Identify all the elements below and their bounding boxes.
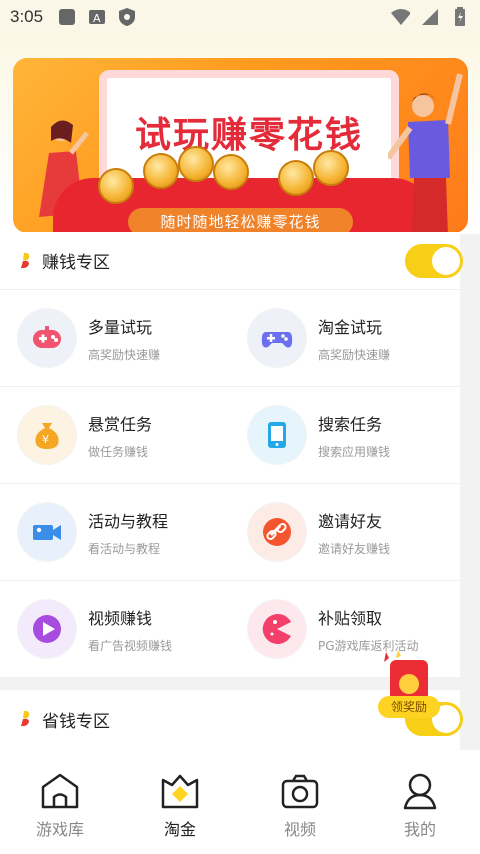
earn-section-toggle[interactable] [405, 244, 463, 278]
earn-section-header: 赚钱专区 [0, 232, 463, 290]
earn-item-subtitle: 看广告视频赚钱 [88, 638, 173, 653]
coin-icon [143, 153, 179, 189]
man-illustration [388, 73, 463, 233]
status-time: 3:05 [10, 7, 44, 26]
play-icon [18, 600, 76, 658]
nav-label: 视频 [283, 820, 316, 839]
toggle-knob [432, 247, 460, 275]
wifi-icon [390, 7, 410, 27]
earn-item-activities[interactable]: 活动与教程 看活动与教程 [0, 484, 230, 581]
nav-label: 我的 [403, 820, 436, 839]
coin-icon [213, 154, 249, 190]
gold-diamond-icon [161, 774, 199, 809]
banner-ribbon: 随时随地轻松赚零花钱 [128, 208, 353, 233]
a-box-icon: A [87, 7, 107, 27]
earn-item-invite-friends[interactable]: 邀请好友 邀请好友赚钱 [230, 484, 460, 581]
nav-label: 游戏库 [35, 820, 84, 839]
packet-seal [399, 674, 419, 694]
promo-banner[interactable]: 试玩赚零花钱 随时随地轻松赚零花钱 [13, 58, 468, 233]
earn-item-subtitle: 看活动与教程 [88, 541, 161, 556]
shield-icon [117, 7, 137, 27]
earn-item-multi-trial[interactable]: 多量试玩 高奖励快速赚 [0, 290, 230, 387]
earn-item-subtitle: 搜索应用赚钱 [318, 444, 391, 459]
gamepad-icon [18, 309, 76, 367]
svg-text:A: A [93, 12, 101, 25]
bottom-nav: 游戏库 淘金 视频 我的 [0, 750, 480, 854]
nav-label: 淘金 [163, 820, 196, 839]
save-section-title: 省钱专区 [42, 711, 110, 732]
tablet-icon [248, 406, 306, 464]
earn-item-title: 多量试玩 [88, 317, 153, 337]
earn-section-title: 赚钱专区 [42, 253, 110, 273]
coin-icon [98, 168, 134, 204]
earn-section: 赚钱专区 多量试玩 高奖励快速赚 淘金试玩 高奖励快速赚 ¥ 悬赏任务 做任务赚… [0, 232, 463, 678]
house-icon [41, 773, 79, 809]
earn-item-gold-trial[interactable]: 淘金试玩 高奖励快速赚 [230, 290, 460, 387]
section-flag-icon [21, 252, 30, 268]
coin-icon [278, 160, 314, 196]
earn-item-title: 悬赏任务 [88, 414, 153, 434]
section-flag-icon [21, 710, 30, 727]
floating-reward-label: 领奖励 [378, 696, 440, 718]
banner-headline: 试玩赚零花钱 [134, 115, 363, 156]
money-bag-icon: ¥ [18, 406, 76, 464]
earn-item-title: 淘金试玩 [318, 317, 383, 337]
pacman-icon [248, 600, 306, 658]
earn-item-bounty-task[interactable]: ¥ 悬赏任务 做任务赚钱 [0, 387, 230, 484]
earn-grid: 多量试玩 高奖励快速赚 淘金试玩 高奖励快速赚 ¥ 悬赏任务 做任务赚钱 搜索任… [0, 290, 460, 678]
earn-item-subtitle: 邀请好友赚钱 [318, 541, 391, 556]
video-camera-icon [18, 503, 76, 561]
earn-item-title: 视频赚钱 [88, 608, 153, 628]
person-icon [403, 773, 437, 810]
earn-item-video-earn[interactable]: 视频赚钱 看广告视频赚钱 [0, 581, 230, 678]
earn-item-search-task[interactable]: 搜索任务 搜索应用赚钱 [230, 387, 460, 484]
coin-icon [178, 146, 214, 182]
coin-icon [313, 150, 349, 186]
earn-item-subtitle: 高奖励快速赚 [318, 347, 391, 362]
earn-item-title: 搜索任务 [318, 414, 383, 434]
nav-tab-mine[interactable]: 我的 [360, 750, 480, 854]
battery-icon [450, 7, 470, 27]
earn-item-subtitle: 做任务赚钱 [88, 444, 149, 459]
status-bar: 3:05 A [0, 0, 480, 34]
floating-reward-button[interactable]: 领奖励 [378, 650, 440, 720]
controller-icon [248, 309, 306, 367]
link-icon [248, 503, 306, 561]
earn-item-title: 活动与教程 [88, 511, 169, 531]
signal-icon [420, 7, 440, 27]
nav-tab-game-library[interactable]: 游戏库 [0, 750, 120, 854]
svg-text:¥: ¥ [42, 433, 49, 446]
earn-item-title: 补贴领取 [318, 608, 383, 628]
square-icon [57, 7, 77, 27]
earn-item-subtitle: 高奖励快速赚 [88, 347, 161, 362]
nav-tab-taojin[interactable]: 淘金 [120, 750, 240, 854]
earn-item-title: 邀请好友 [318, 511, 383, 531]
camera-icon [281, 774, 319, 809]
nav-tab-video[interactable]: 视频 [240, 750, 360, 854]
